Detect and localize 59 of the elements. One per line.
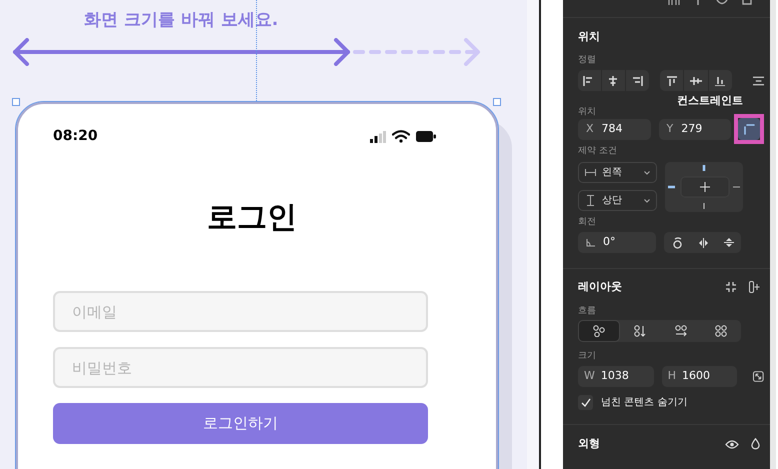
instruction-text: 화면 크기를 바꿔 보세요. [84, 9, 278, 32]
resize-handle[interactable] [493, 98, 501, 106]
align-top-icon[interactable] [666, 76, 678, 86]
login-title: 로그인 [206, 199, 298, 237]
section-title: 외형 [578, 436, 601, 452]
input-field[interactable]: 이메일 [53, 291, 428, 332]
grid-icon[interactable] [668, 0, 680, 6]
section-title: 레이아웃 [578, 278, 623, 295]
vertical-constraint-dropdown[interactable]: 상단 [578, 190, 657, 211]
field-label: 제약 조건 [578, 145, 618, 158]
vertical-stack-icon [634, 325, 646, 337]
align-center-icon[interactable] [607, 76, 620, 86]
distribute-icon[interactable] [752, 76, 764, 86]
horizontal-constraint-dropdown[interactable]: 왼쪽 [578, 162, 657, 183]
caret-icon [644, 170, 650, 174]
field-label: 정렬 [578, 54, 597, 67]
height-icon [585, 195, 596, 206]
field-label: 크기 [578, 350, 597, 363]
add-layout-icon[interactable] [749, 281, 760, 293]
height-field[interactable]: H 1600 [662, 366, 738, 387]
wifi-icon [392, 130, 410, 143]
align-bottom-icon[interactable] [714, 76, 726, 86]
align-middle-icon[interactable] [690, 76, 702, 86]
width-field[interactable]: W 1038 [578, 366, 654, 387]
section-title: 위치 [578, 29, 601, 45]
corner-icon [743, 123, 755, 135]
flip-horizontal-icon[interactable] [698, 238, 708, 248]
status-time: 08:20 [53, 127, 98, 146]
free-layout-option[interactable] [578, 320, 620, 342]
input-field[interactable]: 비밀번호 [53, 347, 428, 388]
checkbox-label: 넘친 콘텐츠 숨기기 [601, 396, 688, 410]
battery-icon [416, 131, 436, 142]
drop-icon[interactable] [751, 438, 760, 450]
rotation-field[interactable]: 0° [578, 232, 656, 253]
checkbox[interactable] [578, 395, 593, 410]
free-layout-icon [593, 325, 606, 337]
eye-icon[interactable] [725, 440, 739, 449]
dashed-arrow-icon [352, 38, 482, 66]
x-field[interactable]: X 784 [578, 118, 650, 140]
collapse-icon[interactable] [726, 282, 736, 292]
grid-layout-icon [714, 325, 727, 337]
login-button[interactable]: 로그인하기 [53, 403, 428, 444]
resize-handle[interactable] [12, 98, 20, 106]
signal-icon [370, 130, 386, 142]
field-label: 흐름 [578, 305, 597, 318]
constraints-button[interactable] [738, 118, 760, 140]
align-right-icon[interactable] [631, 76, 644, 86]
flip-vertical-icon[interactable] [724, 237, 734, 248]
angle-icon [586, 238, 595, 246]
field-label: 회전 [578, 216, 597, 229]
constraints-label: 컨스트레인트 [677, 93, 743, 109]
double-arrow-icon [12, 38, 352, 66]
width-icon [585, 169, 596, 176]
rotate-icon[interactable] [672, 236, 682, 248]
field-label: 위치 [578, 107, 596, 117]
horizontal-stack-icon [674, 325, 687, 337]
y-field[interactable]: Y 279 [658, 118, 731, 140]
resize-icon[interactable] [753, 371, 764, 382]
caret-icon [644, 198, 650, 202]
